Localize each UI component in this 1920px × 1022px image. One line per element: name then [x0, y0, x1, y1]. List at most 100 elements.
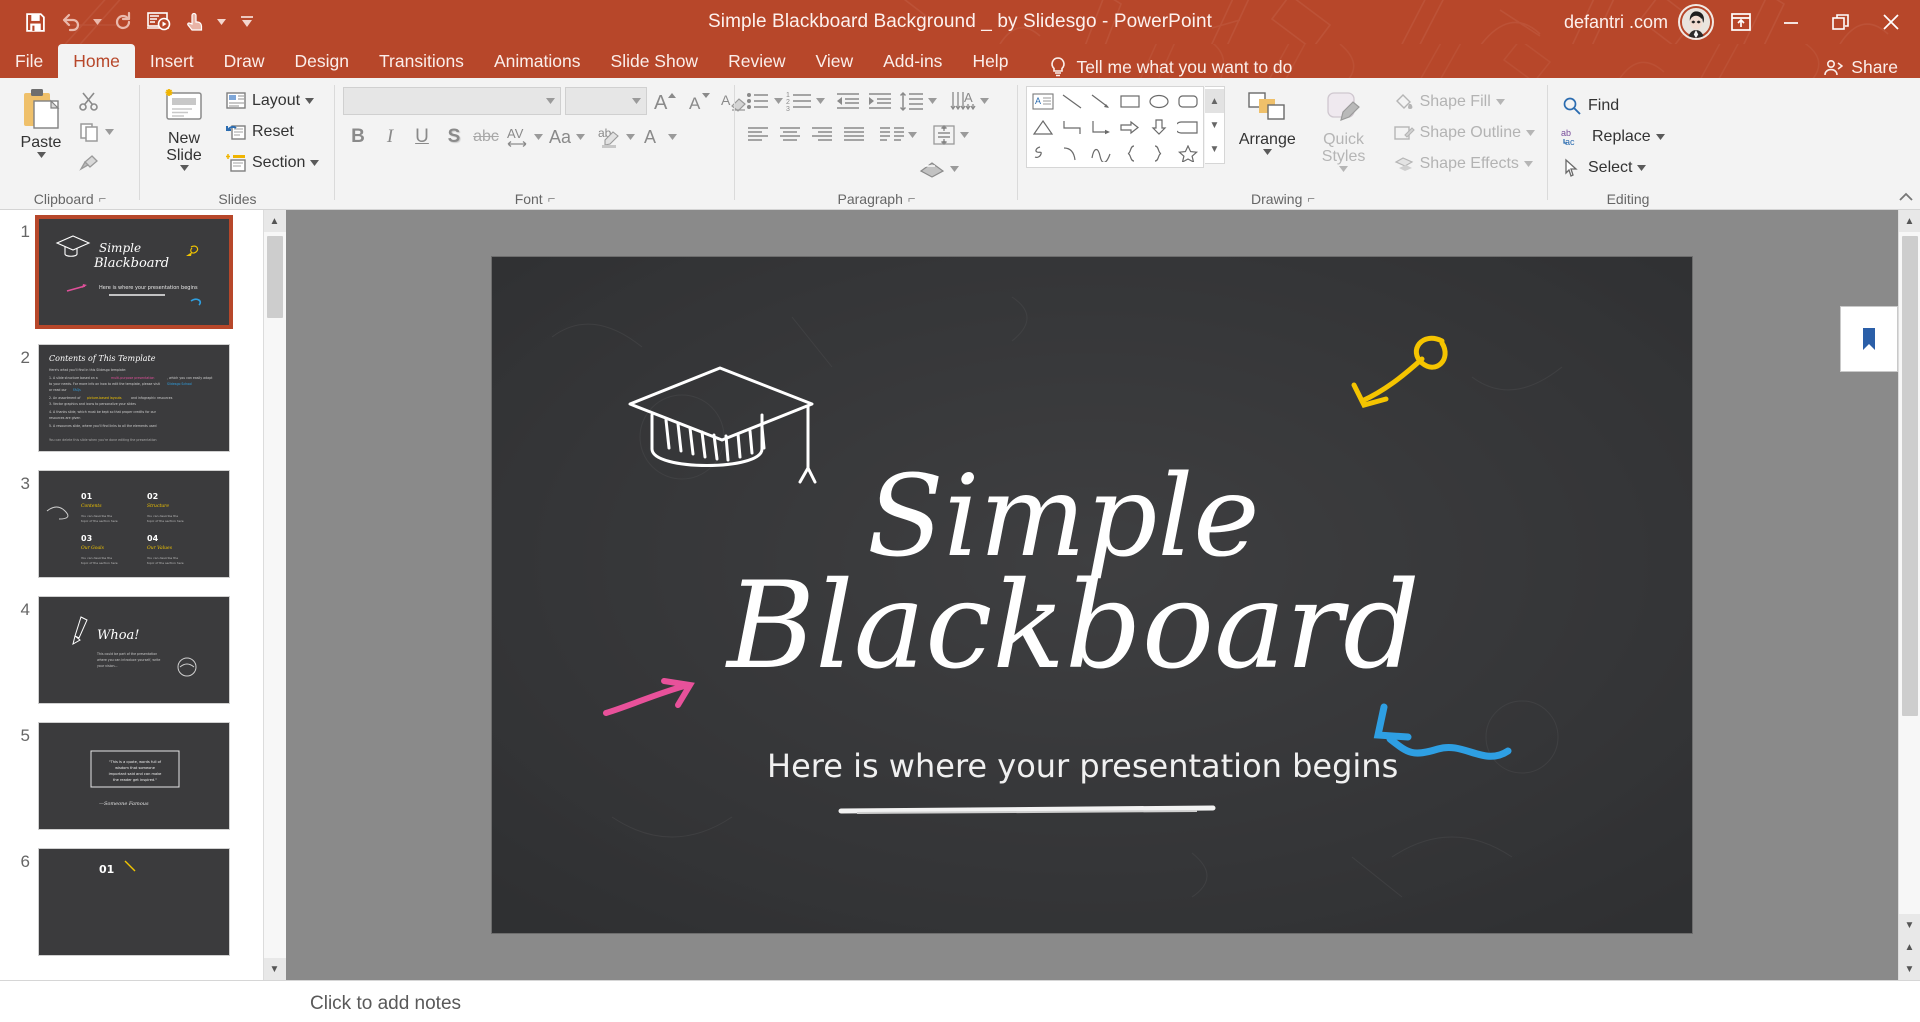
quick-styles-button[interactable]: Quick Styles	[1310, 86, 1378, 172]
thumbnail-pane-scrollbar[interactable]: ▲ ▼	[263, 210, 286, 980]
account-name[interactable]: defantri .com	[1564, 12, 1668, 33]
notes-pane[interactable]: Click to add notes	[0, 980, 1920, 1022]
new-slide-dropdown-caret-icon[interactable]	[179, 165, 189, 171]
character-spacing-caret-icon[interactable]	[534, 134, 543, 140]
undo-dropdown-caret-icon[interactable]	[90, 5, 104, 39]
notes-placeholder[interactable]: Click to add notes	[310, 993, 461, 1015]
slide-scroll-thumb[interactable]	[1901, 236, 1918, 716]
paragraph-dialog-launcher-icon[interactable]: ⌐	[908, 190, 916, 208]
cut-button[interactable]	[74, 86, 104, 116]
slide-thumbnail-list[interactable]: 1 Simple Blackboard Here is where your p…	[0, 210, 263, 980]
shape-oval[interactable]	[1144, 88, 1173, 114]
bookmark-panel-button[interactable]	[1840, 306, 1898, 372]
align-text-button[interactable]	[929, 120, 959, 150]
paste-dropdown-caret-icon[interactable]	[36, 152, 46, 158]
tab-animations[interactable]: Animations	[479, 44, 596, 78]
text-direction-button[interactable]: A	[949, 86, 979, 116]
font-color-button[interactable]: A	[637, 122, 667, 152]
shapes-more-icon[interactable]: ▼	[1205, 137, 1224, 161]
reset-button[interactable]: Reset	[220, 117, 324, 147]
font-size-caret-icon[interactable]	[632, 98, 641, 104]
tab-draw[interactable]: Draw	[209, 44, 280, 78]
tab-insert[interactable]: Insert	[135, 44, 209, 78]
underline-button[interactable]: U	[407, 122, 437, 152]
next-slide-icon[interactable]: ▼	[1898, 958, 1920, 980]
text-direction-caret-icon[interactable]	[980, 98, 989, 104]
copy-dropdown-caret-icon[interactable]	[105, 129, 114, 135]
strikethrough-button[interactable]: abc	[471, 122, 501, 152]
shape-wave[interactable]	[1086, 140, 1115, 166]
columns-caret-icon[interactable]	[908, 132, 917, 138]
paste-button[interactable]: Paste	[8, 83, 74, 158]
increase-font-size-button[interactable]: A	[651, 86, 681, 116]
tab-home[interactable]: Home	[58, 44, 135, 78]
slide-thumbnail-2[interactable]: Contents of This Template Here's what yo…	[38, 344, 230, 452]
drawing-dialog-launcher-icon[interactable]: ⌐	[1307, 190, 1315, 208]
justify-button[interactable]	[839, 120, 869, 150]
slide-thumbnail-3[interactable]: 01 Contents You can describe the topic o…	[38, 470, 230, 578]
shape-fill-button[interactable]: Shape Fill	[1388, 87, 1540, 117]
quick-styles-dropdown-caret-icon[interactable]	[1339, 166, 1349, 172]
slide-scroll-down-icon[interactable]: ▼	[1898, 914, 1920, 936]
slide-thumbnail-4[interactable]: Whoa! This could be part of the presenta…	[38, 596, 230, 704]
change-case-caret-icon[interactable]	[576, 134, 585, 140]
bullets-button[interactable]	[743, 86, 773, 116]
thumbnail-row[interactable]: 2 Contents of This Template Here's what …	[0, 344, 263, 470]
smartart-caret-icon[interactable]	[950, 166, 959, 172]
thumbnail-row[interactable]: 1 Simple Blackboard Here is where your p…	[0, 215, 263, 344]
shape-triangle[interactable]	[1028, 114, 1057, 140]
decrease-indent-button[interactable]	[833, 86, 863, 116]
shape-down-arrow[interactable]	[1144, 114, 1173, 140]
slide-subtitle[interactable]: Here is where your presentation begins	[767, 747, 1398, 785]
replace-caret-icon[interactable]	[1655, 134, 1665, 140]
tab-help[interactable]: Help	[957, 44, 1023, 78]
slide-thumbnail-6[interactable]: 01	[38, 848, 230, 956]
font-dialog-launcher-icon[interactable]: ⌐	[548, 190, 556, 208]
minimize-icon[interactable]	[1768, 2, 1814, 42]
avatar[interactable]	[1678, 4, 1714, 40]
tell-me-search[interactable]: Tell me what you want to do	[1049, 56, 1292, 78]
arrange-button[interactable]: Arrange	[1235, 86, 1300, 155]
shape-effects-caret-icon[interactable]	[1523, 161, 1533, 167]
font-name-caret-icon[interactable]	[546, 98, 555, 104]
thumbnail-scroll-up-icon[interactable]: ▲	[263, 210, 286, 232]
shape-elbow-connector[interactable]	[1057, 114, 1086, 140]
shape-left-brace[interactable]	[1115, 140, 1144, 166]
layout-dropdown-caret-icon[interactable]	[305, 98, 315, 104]
select-button[interactable]: Select	[1556, 153, 1670, 183]
ribbon-display-options-icon[interactable]	[1718, 2, 1764, 42]
tab-design[interactable]: Design	[280, 44, 364, 78]
text-highlight-color-button[interactable]: ab	[595, 122, 625, 152]
slide-title-line-2[interactable]: Blackboard	[727, 557, 1420, 696]
undo-icon[interactable]	[54, 5, 88, 39]
decrease-font-size-button[interactable]: A	[685, 86, 715, 116]
section-dropdown-caret-icon[interactable]	[310, 160, 320, 166]
thumbnail-scroll-down-icon[interactable]: ▼	[263, 958, 286, 980]
new-slide-button[interactable]: New Slide	[148, 83, 220, 171]
align-text-caret-icon[interactable]	[960, 132, 969, 138]
shape-right-arrow[interactable]	[1115, 114, 1144, 140]
tab-review[interactable]: Review	[713, 44, 800, 78]
section-button[interactable]: Section	[220, 148, 324, 178]
shape-rounded-rectangle[interactable]	[1173, 88, 1202, 114]
share-button[interactable]: Share	[1823, 57, 1920, 78]
shapes-scroll-down-icon[interactable]: ▼	[1205, 113, 1224, 137]
shape-line[interactable]	[1057, 88, 1086, 114]
shape-text-box[interactable]: A	[1028, 88, 1057, 114]
shape-outline-button[interactable]: Shape Outline	[1388, 118, 1540, 148]
arrange-dropdown-caret-icon[interactable]	[1262, 149, 1272, 155]
current-slide[interactable]: Simple Blackboard Here is where your pre…	[492, 257, 1692, 933]
slide-thumbnail-pane[interactable]: 1 Simple Blackboard Here is where your p…	[0, 210, 286, 980]
slide-canvas-area[interactable]: Simple Blackboard Here is where your pre…	[286, 210, 1898, 980]
shapes-gallery[interactable]: A	[1026, 86, 1204, 168]
slide-thumbnail-1[interactable]: Simple Blackboard Here is where your pre…	[35, 215, 233, 329]
thumbnail-scroll-track[interactable]	[263, 232, 286, 958]
shape-effects-button[interactable]: Shape Effects	[1388, 149, 1540, 179]
thumbnail-row[interactable]: 4 Whoa! This could be part of the presen…	[0, 596, 263, 722]
thumbnail-scroll-thumb[interactable]	[266, 236, 283, 318]
restore-icon[interactable]	[1818, 2, 1864, 42]
align-right-button[interactable]	[807, 120, 837, 150]
shape-scribble[interactable]	[1028, 140, 1057, 166]
slide-scroll-track[interactable]	[1898, 232, 1920, 914]
layout-button[interactable]: Layout	[220, 86, 324, 116]
